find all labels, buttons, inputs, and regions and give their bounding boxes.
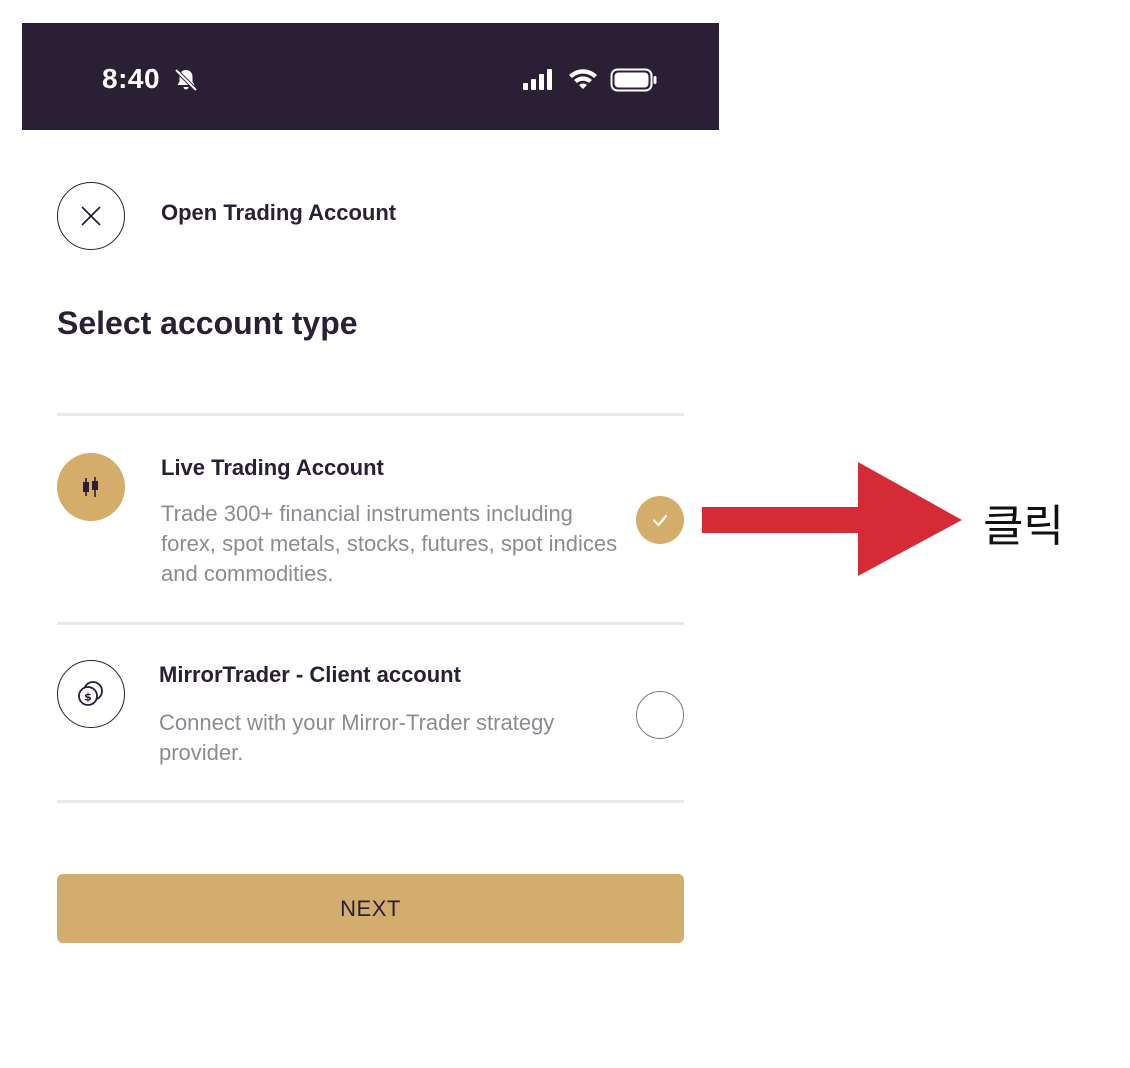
annotation-arrow-icon [702, 462, 962, 576]
option-icon-mirrortrader: $ [57, 660, 125, 728]
section-title: Select account type [57, 305, 358, 341]
coins-icon: $ [78, 681, 103, 706]
cellular-signal-icon [523, 69, 552, 90]
close-icon [81, 206, 101, 226]
close-button[interactable] [57, 182, 125, 250]
wifi-icon [569, 69, 597, 89]
next-button[interactable]: NEXT [57, 874, 684, 943]
candlestick-icon [83, 477, 98, 497]
checkmark-icon [652, 514, 668, 527]
option-description: Connect with your Mirror-Trader strategy… [159, 710, 555, 765]
option-description: Trade 300+ financial instruments includi… [161, 501, 618, 586]
radio-unselected[interactable] [636, 691, 684, 739]
option-live-trading-account[interactable]: Live Trading Account Trade 300+ financia… [57, 415, 684, 623]
option-title: Live Trading Account [161, 455, 384, 480]
radio-selected[interactable] [636, 496, 684, 544]
option-title: MirrorTrader - Client account [159, 662, 461, 687]
svg-text:$: $ [84, 691, 92, 704]
page: 8:40 Open Trading Account Select account… [0, 0, 1130, 1068]
annotation-text: 클릭 [983, 501, 1064, 552]
divider [57, 800, 684, 803]
status-bar: 8:40 [22, 23, 719, 130]
bell-slash-icon [174, 68, 198, 92]
option-icon-live [57, 453, 125, 521]
battery-icon [610, 68, 657, 92]
option-mirrortrader-client-account[interactable]: $ MirrorTrader - Client account Connect … [57, 624, 684, 800]
header-title: Open Trading Account [161, 200, 397, 225]
status-time: 8:40 [102, 63, 161, 94]
